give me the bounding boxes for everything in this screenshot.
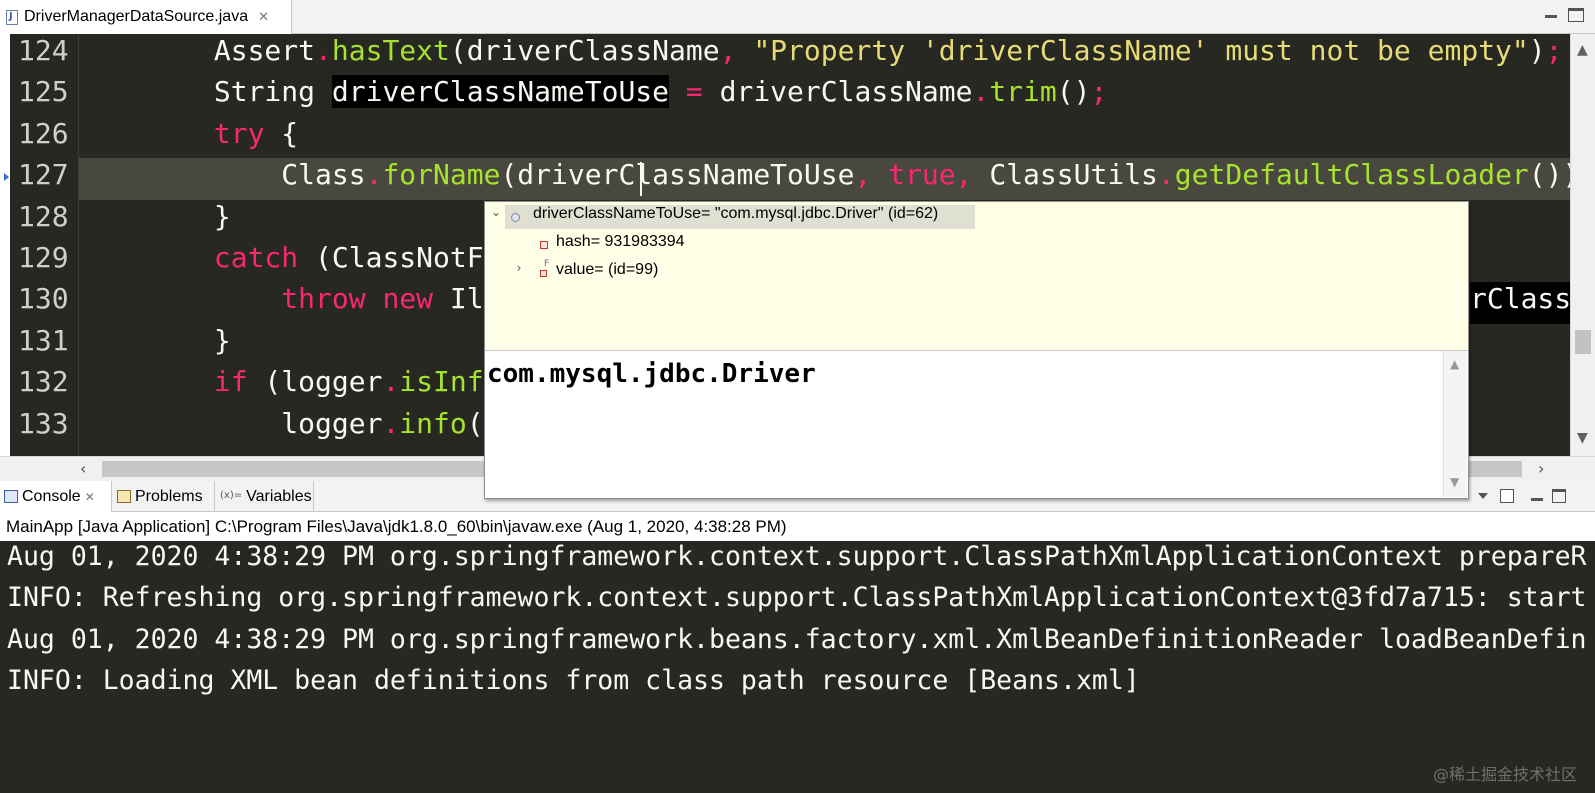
chevron-right-icon[interactable]: › [512,261,526,285]
editor-tab-drivermanagerdatasource[interactable]: DriverManagerDataSource.java ✕ [0,0,292,34]
console-icon [4,490,18,503]
chevron-down-icon[interactable]: ⌄ [489,205,503,229]
scroll-up-icon[interactable]: ▲ [1577,42,1588,58]
tree-node-label: driverClassNameToUse= "com.mysql.jdbc.Dr… [533,205,939,222]
debug-hover-popup[interactable]: ⌄ driverClassNameToUse= "com.mysql.jdbc.… [484,201,1469,499]
watermark: @稀土掘金技术社区 [1432,765,1577,784]
line-number: 131 [18,323,69,357]
debug-instruction-pointer-icon [2,172,10,182]
tab-console[interactable]: Console ✕ [0,481,112,512]
line-number: 132 [18,365,69,399]
code-line-127-current[interactable]: 127 Class.forName(driverClassNameToUse, … [0,158,1595,200]
variables-icon: (x)= [220,490,243,501]
close-icon[interactable]: ✕ [85,490,95,504]
tab-problems[interactable]: Problems [113,481,215,512]
tab-variables[interactable]: (x)= Variables [216,481,314,512]
text-caret [640,162,642,196]
code-line-125[interactable]: 125 String driverClassNameToUse = driver… [0,75,1570,116]
scroll-up-icon[interactable]: ▲ [1450,357,1459,371]
close-icon[interactable]: ✕ [258,10,269,25]
local-variable-icon [511,213,520,222]
line-number: 129 [18,241,69,274]
scroll-right-icon[interactable]: › [1538,459,1544,478]
code-text-tail[interactable]: rClass [1470,282,1572,324]
code-text[interactable]: String driverClassNameToUse = driverClas… [79,75,1107,116]
tree-node-value[interactable]: › F value= (id=99) [485,259,885,285]
scroll-down-icon[interactable]: ▼ [1450,475,1459,489]
occurrence-highlight: driverClassNameToUse [331,75,670,109]
tab-label: Problems [135,487,203,505]
problems-icon [117,490,131,503]
line-number: 124 [18,34,69,67]
scroll-left-icon[interactable]: ‹ [80,459,86,478]
java-file-icon [6,9,18,25]
console-output[interactable]: Aug 01, 2020 4:38:29 PM org.springframew… [0,541,1595,793]
variable-tree[interactable]: ⌄ driverClassNameToUse= "com.mysql.jdbc.… [485,202,1468,347]
code-text[interactable]: if (logger.isInfoE [79,365,517,406]
console-line: Aug 01, 2020 4:38:29 PM org.springframew… [7,541,1587,572]
tab-label: Console [22,487,81,505]
line-number: 128 [18,199,69,233]
editor-tab-label: DriverManagerDataSource.java [24,8,249,25]
console-line: INFO: Refreshing org.springframework.con… [7,582,1587,614]
line-number: 125 [18,75,69,109]
code-line-124[interactable]: 124 Assert.hasText(driverClassName, "Pro… [0,34,1570,75]
line-number: 126 [18,116,69,150]
line-number: 130 [18,282,69,316]
tree-node-hash[interactable]: hash= 931983394 [485,233,885,257]
tree-node-label: value= (id=99) [556,261,659,278]
minimize-panel-icon[interactable] [1530,489,1544,503]
tab-label: Variables [246,487,312,505]
maximize-panel-icon[interactable] [1552,489,1566,503]
editor-tab-bar: DriverManagerDataSource.java ✕ [0,0,1595,34]
final-marker-icon: F [544,259,550,269]
code-text[interactable]: try { [79,117,298,158]
minimize-editor-button[interactable] [1542,6,1560,22]
code-text[interactable]: catch (ClassNotFou [79,241,517,282]
console-launch-description: MainApp [Java Application] C:\Program Fi… [0,512,1595,541]
private-final-field-icon [540,270,547,277]
scrollbar-thumb[interactable] [1575,330,1591,354]
code-text[interactable]: throw new Ille [79,282,517,323]
tree-node-driverclassnametouse[interactable]: ⌄ driverClassNameToUse= "com.mysql.jdbc.… [485,205,975,229]
open-console-icon[interactable] [1500,489,1514,503]
editor-vertical-scrollbar[interactable]: ▲ ▼ [1570,34,1595,456]
code-text[interactable]: logger.info("L [79,407,517,448]
maximize-editor-button[interactable] [1568,8,1584,22]
detail-value-text[interactable]: com.mysql.jdbc.Driver [487,359,816,389]
line-number: 127 [18,158,69,192]
code-line-126[interactable]: 126 try { [0,117,1570,158]
detail-vertical-scrollbar[interactable]: ▲ ▼ [1443,351,1467,497]
code-text[interactable]: Assert.hasText(driverClassName, "Propert… [79,34,1563,75]
detail-pane[interactable]: com.mysql.jdbc.Driver ▲ ▼ [485,350,1468,498]
console-line: INFO: Loading XML bean definitions from … [7,665,1140,697]
code-text[interactable]: } [79,324,231,365]
view-menu-icon[interactable] [1476,489,1490,503]
console-line: Aug 01, 2020 4:38:29 PM org.springframew… [7,623,1587,655]
private-field-icon [540,241,548,249]
scroll-down-icon[interactable]: ▼ [1577,430,1588,446]
line-number: 133 [18,406,69,440]
tree-node-label: hash= 931983394 [556,233,685,250]
code-text[interactable]: Class.forName(driverClassNameToUse, true… [79,158,1595,200]
code-text[interactable]: } [79,200,231,241]
